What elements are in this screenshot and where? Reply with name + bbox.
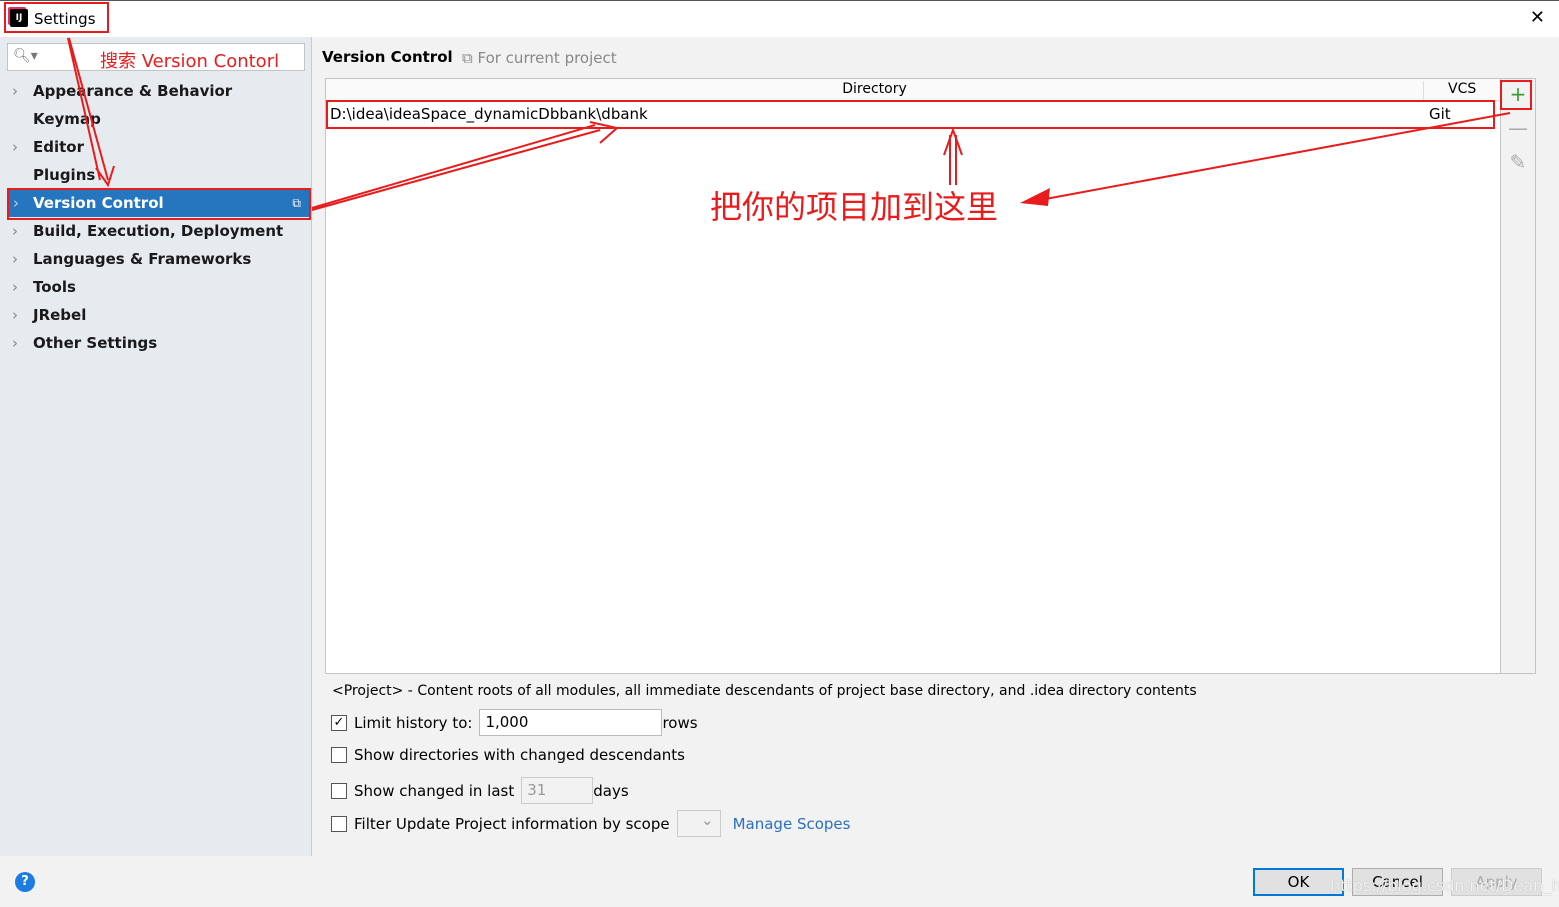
sidebar-item-plugins[interactable]: Plugins (0, 161, 311, 189)
intellij-icon: IJ (10, 9, 28, 27)
sidebar-item-label: Plugins (33, 166, 96, 184)
watermark: https://blog.csdn.net/Dean_hyh (1330, 876, 1559, 895)
page-title: Version Control (322, 48, 453, 66)
search-placeholder: 搜索 Version Contorl (100, 51, 280, 72)
info-text: <Project> - Content roots of all modules… (332, 683, 1197, 699)
window-title: Settings (34, 10, 96, 28)
close-icon[interactable]: ✕ (1530, 7, 1545, 28)
help-icon[interactable]: ? (15, 872, 35, 892)
settings-tree: › Appearance & Behavior Keymap › Editor Pl… (0, 77, 311, 357)
table-header: Directory VCS (326, 79, 1500, 101)
sidebar-item-label: Keymap (33, 110, 101, 128)
scope-dropdown[interactable]: ⌄ (676, 810, 721, 837)
sidebar-item-build[interactable]: › Build, Execution, Deployment (0, 217, 311, 245)
limit-history-stepper[interactable]: 1,000 (479, 709, 663, 736)
sidebar-item-jrebel[interactable]: › JRebel (0, 301, 311, 329)
chevron-right-icon: › (12, 138, 18, 156)
chevron-right-icon: › (13, 194, 19, 212)
limit-history-label: Limit history to: (354, 713, 473, 732)
chevron-right-icon: › (12, 334, 18, 352)
sidebar-item-tools[interactable]: › Tools (0, 273, 311, 301)
vcs-mappings-table: Directory VCS D:\idea\ideaSpace_dynamicD… (325, 78, 1501, 674)
show-changed-label: Show changed in last (354, 781, 515, 800)
sidebar-item-keymap[interactable]: Keymap (0, 105, 311, 133)
sidebar-item-label: Editor (33, 138, 84, 156)
annotation-text: 把你的项目加到这里 (710, 188, 999, 226)
search-input[interactable]: 🔍︎▾ 搜索 Version Contorl (7, 43, 305, 72)
chevron-right-icon: › (12, 306, 18, 324)
sidebar-item-label: Appearance & Behavior (33, 82, 233, 100)
sidebar-item-label: Other Settings (33, 334, 158, 352)
search-icon: 🔍︎▾ (13, 48, 38, 64)
sidebar-item-other[interactable]: › Other Settings (0, 329, 311, 357)
edit-icon[interactable]: ✎ (1501, 150, 1535, 184)
sidebar-item-label: Tools (33, 278, 76, 296)
sidebar-item-label: Build, Execution, Deployment (33, 222, 284, 240)
limit-history-option: ✓ Limit history to: 1,000 rows (331, 709, 698, 736)
sidebar-item-languages[interactable]: › Languages & Frameworks (0, 245, 311, 273)
dialog-footer: ? OK Cancel Apply (0, 856, 1559, 907)
column-header-directory[interactable]: Directory (326, 81, 1424, 101)
main-panel: Version Control ⧉ For current project Di… (313, 37, 1559, 856)
show-dirs-checkbox[interactable] (331, 747, 347, 763)
manage-scopes-link[interactable]: Manage Scopes (733, 815, 851, 833)
filter-scope-checkbox[interactable] (331, 815, 347, 832)
show-changed-checkbox[interactable] (331, 782, 347, 799)
table-row[interactable]: D:\idea\ideaSpace_dynamicDbbank\dbank Gi… (330, 103, 1495, 125)
show-changed-option: Show changed in last 31 days (331, 777, 629, 804)
sidebar: 🔍︎▾ 搜索 Version Contorl › Appearance & Beh… (0, 37, 312, 856)
sidebar-item-appearance[interactable]: › Appearance & Behavior (0, 77, 311, 105)
days-label: days (593, 781, 629, 800)
chevron-right-icon: › (12, 250, 18, 268)
show-dirs-label: Show directories with changed descendant… (354, 746, 685, 764)
chevron-right-icon: › (12, 82, 18, 100)
add-icon[interactable]: + (1501, 82, 1535, 116)
title-bar: IJ Settings ✕ (0, 0, 1559, 37)
scope-label: ⧉ For current project (462, 49, 617, 67)
column-header-vcs[interactable]: VCS (1448, 81, 1476, 97)
remove-icon[interactable]: — (1501, 116, 1535, 150)
show-dirs-option: Show directories with changed descendant… (331, 746, 685, 764)
sidebar-item-label: Languages & Frameworks (33, 250, 252, 268)
chevron-right-icon: › (12, 278, 18, 296)
chevron-right-icon: › (12, 222, 18, 240)
project-scope-icon: ⧉ (292, 196, 301, 210)
sidebar-item-version-control[interactable]: › Version Control ⧉ (7, 189, 311, 217)
limit-history-checkbox[interactable]: ✓ (331, 714, 347, 731)
days-stepper[interactable]: 31 (521, 777, 594, 804)
filter-scope-option: Filter Update Project information by sco… (331, 810, 850, 837)
sidebar-item-editor[interactable]: › Editor (0, 133, 311, 161)
directory-cell: D:\idea\ideaSpace_dynamicDbbank\dbank (330, 105, 648, 123)
filter-scope-label: Filter Update Project information by sco… (354, 814, 670, 833)
vcs-cell: Git (1429, 105, 1451, 123)
table-toolbar: + — ✎ (1501, 78, 1536, 674)
rows-label: rows (662, 713, 698, 732)
sidebar-item-label: JRebel (33, 306, 87, 324)
sidebar-item-label: Version Control (33, 194, 164, 212)
